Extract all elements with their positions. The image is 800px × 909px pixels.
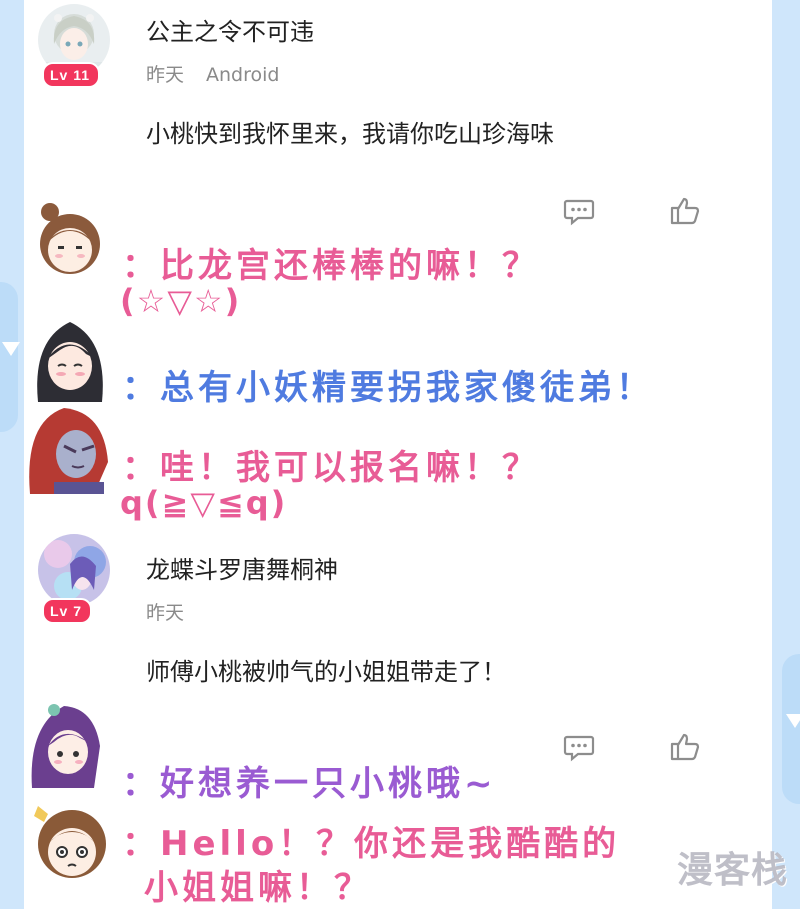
- username[interactable]: 龙蝶斗罗唐舞桐神: [146, 550, 338, 585]
- reaction-row: ：总有小妖精要拐我家傻徒弟！: [24, 310, 724, 408]
- character-avatar: [24, 796, 116, 888]
- reaction-text: ：比龙宫还棒棒的嘛！？: [122, 246, 540, 286]
- comment-text: 小桃快到我怀里来，我请你吃山珍海味: [146, 120, 554, 148]
- user-avatar[interactable]: [38, 534, 110, 606]
- reaction-text: ：Hello！？你还是我酷酷的: [122, 824, 621, 864]
- comment-meta: 昨天: [146, 598, 184, 625]
- watermark-logo: 漫客栈: [676, 850, 788, 891]
- left-side-tab: [0, 282, 20, 432]
- reaction-row: ：哇！我可以报名嘛！？ q(≧▽≦q): [24, 402, 724, 522]
- character-avatar: [24, 696, 116, 788]
- reaction-row: ：比龙宫还棒棒的嘛！？ (☆▽☆): [24, 194, 724, 324]
- device-label: Android: [206, 64, 280, 86]
- reaction-row: ：Hello！？你还是我酷酷的 小姐姐嘛！？: [24, 792, 764, 909]
- reaction-emoticon: q(≧▽≦q): [120, 484, 288, 522]
- reaction-text-continued: 小姐姐嘛！？: [144, 868, 372, 908]
- right-side-tab: [782, 654, 800, 804]
- character-avatar: [24, 194, 116, 286]
- level-badge: Lv 7: [42, 598, 93, 624]
- username[interactable]: 公主之令不可违: [146, 12, 314, 47]
- character-avatar: [24, 402, 116, 494]
- comment-card: Lv 7 龙蝶斗罗唐舞桐神 昨天 师傅小桃被帅气的小姐姐带走了！: [24, 530, 720, 762]
- reaction-text: ：哇！我可以报名嘛！？: [122, 448, 540, 488]
- comment-meta: 昨天 Android: [146, 60, 279, 87]
- timestamp: 昨天: [146, 602, 185, 624]
- level-badge: Lv 11: [42, 62, 101, 88]
- comment-card: Lv 11 公主之令不可违 昨天 Android 小桃快到我怀里来，我请你吃山珍海…: [24, 0, 720, 226]
- reaction-row: ：好想养一只小桃哦~: [24, 696, 724, 804]
- timestamp: 昨天: [146, 64, 185, 86]
- comment-text: 师傅小桃被帅气的小姐姐带走了！: [146, 658, 506, 686]
- character-avatar: [24, 310, 116, 402]
